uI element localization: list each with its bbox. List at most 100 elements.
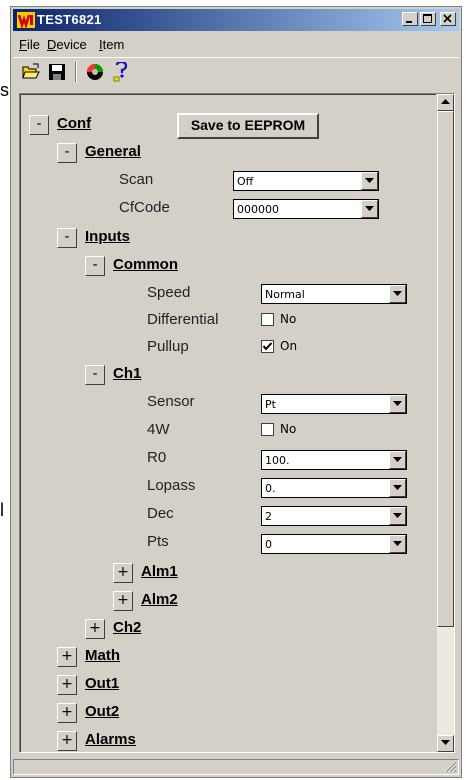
arrow-up-icon (441, 99, 450, 104)
toolbar-separator (75, 62, 77, 82)
speed-select[interactable]: Normal (261, 284, 407, 304)
chevron-down-icon (365, 178, 374, 183)
tree-node-out2[interactable]: Out2 (85, 703, 119, 720)
fourw-checkbox-text: No (280, 422, 297, 436)
menu-device[interactable]: Device (47, 37, 87, 52)
alm2-expand-toggle[interactable]: + (113, 591, 133, 611)
device-gauge-icon[interactable] (85, 62, 105, 82)
menu-file-mnemonic: F (19, 37, 27, 52)
differential-checkbox-box[interactable] (261, 312, 274, 326)
tree-node-alm2[interactable]: Alm2 (141, 591, 178, 608)
status-pane (13, 759, 459, 775)
alm1-expand-toggle[interactable]: + (113, 563, 133, 583)
scan-select[interactable]: Off (233, 171, 379, 191)
dec-label: Dec (147, 505, 174, 522)
cfcode-select[interactable]: 000000 (233, 199, 379, 219)
help-icon[interactable] (111, 62, 131, 82)
out2-expand-toggle[interactable]: + (57, 703, 77, 723)
maximize-button[interactable] (420, 12, 436, 26)
inputs-collapse-toggle[interactable]: - (57, 228, 77, 248)
dec-dropdown-arrow[interactable] (389, 507, 406, 525)
pullup-checkbox[interactable]: On (261, 339, 297, 353)
speed-dropdown-arrow[interactable] (389, 285, 406, 303)
r0-value: 100. (265, 454, 290, 467)
alarms-expand-toggle[interactable]: + (57, 731, 77, 751)
status-bar (13, 757, 459, 775)
pts-dropdown-arrow[interactable] (389, 535, 406, 553)
config-tree: - Conf Save to EEPROM - General Scan Off… (20, 94, 436, 752)
tree-node-general[interactable]: General (85, 143, 141, 160)
tree-node-alarms[interactable]: Alarms (85, 731, 136, 748)
scan-dropdown-arrow[interactable] (361, 172, 378, 190)
resize-grip-icon[interactable] (444, 760, 457, 773)
app-logo-icon (17, 12, 35, 28)
cfcode-dropdown-arrow[interactable] (361, 200, 378, 218)
pts-select[interactable]: 0 (261, 534, 407, 554)
tree-node-out1[interactable]: Out1 (85, 675, 119, 692)
chevron-down-icon (393, 513, 402, 518)
r0-label: R0 (147, 449, 167, 466)
dec-value: 2 (265, 510, 272, 523)
save-disk-icon[interactable] (47, 62, 67, 82)
maximize-icon (423, 14, 432, 23)
minimize-button[interactable] (402, 12, 418, 26)
common-collapse-toggle[interactable]: - (85, 256, 105, 276)
r0-dropdown-arrow[interactable] (389, 451, 406, 469)
lopass-dropdown-arrow[interactable] (389, 479, 406, 497)
scroll-up-button[interactable] (437, 94, 454, 111)
menu-file[interactable]: File (19, 37, 40, 52)
open-folder-icon[interactable] (21, 62, 41, 82)
fourw-label: 4W (147, 421, 170, 438)
vertical-scrollbar[interactable] (437, 94, 454, 752)
scroll-down-button[interactable] (437, 735, 454, 752)
ch2-expand-toggle[interactable]: + (85, 619, 105, 639)
title-bar[interactable]: TEST6821 (13, 9, 459, 31)
speed-value: Normal (265, 288, 305, 301)
pts-value: 0 (265, 538, 272, 551)
pullup-checkbox-box[interactable] (261, 339, 274, 353)
menu-item[interactable]: Item (99, 37, 124, 52)
menu-file-label: ile (26, 37, 40, 52)
arrow-down-icon (441, 740, 450, 745)
dec-select[interactable]: 2 (261, 506, 407, 526)
tree-node-conf[interactable]: Conf (57, 115, 91, 132)
lopass-select[interactable]: 0. (261, 478, 407, 498)
chevron-down-icon (393, 291, 402, 296)
scan-value: Off (237, 175, 254, 188)
chevron-down-icon (393, 541, 402, 546)
app-window: TEST6821 File Device Item - Conf Save to… (10, 6, 462, 778)
fourw-checkbox[interactable]: No (261, 422, 296, 436)
chevron-down-icon (365, 206, 374, 211)
out1-expand-toggle[interactable]: + (57, 675, 77, 695)
fourw-checkbox-box[interactable] (261, 422, 274, 436)
lopass-label: Lopass (147, 477, 196, 494)
tree-node-inputs[interactable]: Inputs (85, 228, 130, 245)
chevron-down-icon (393, 485, 402, 490)
conf-collapse-toggle[interactable]: - (29, 115, 49, 135)
menu-device-mnemonic: D (47, 37, 57, 52)
menu-bar: File Device Item (13, 33, 459, 55)
menu-item-label: tem (102, 37, 125, 52)
general-collapse-toggle[interactable]: - (57, 143, 77, 163)
minimize-icon (406, 21, 412, 23)
ch1-collapse-toggle[interactable]: - (85, 365, 105, 385)
differential-checkbox[interactable]: No (261, 312, 296, 326)
tree-node-common[interactable]: Common (113, 256, 178, 273)
math-expand-toggle[interactable]: + (57, 647, 77, 667)
r0-select[interactable]: 100. (261, 450, 407, 470)
scrollbar-thumb[interactable] (437, 111, 454, 627)
tree-node-alm1[interactable]: Alm1 (141, 563, 178, 580)
sensor-select[interactable]: Pt (261, 394, 407, 414)
sensor-dropdown-arrow[interactable] (389, 395, 406, 413)
lopass-value: 0. (265, 482, 276, 495)
pullup-label: Pullup (147, 338, 189, 355)
differential-label: Differential (147, 311, 219, 328)
close-button[interactable] (440, 12, 456, 26)
tree-node-ch1[interactable]: Ch1 (113, 365, 141, 382)
stray-text-l: l (0, 500, 4, 520)
save-to-eeprom-button[interactable]: Save to EEPROM (177, 113, 319, 139)
tree-node-ch2[interactable]: Ch2 (113, 619, 141, 636)
checkmark-icon (262, 341, 273, 351)
tree-node-math[interactable]: Math (85, 647, 120, 664)
config-tree-panel[interactable]: - Conf Save to EEPROM - General Scan Off… (19, 93, 455, 753)
